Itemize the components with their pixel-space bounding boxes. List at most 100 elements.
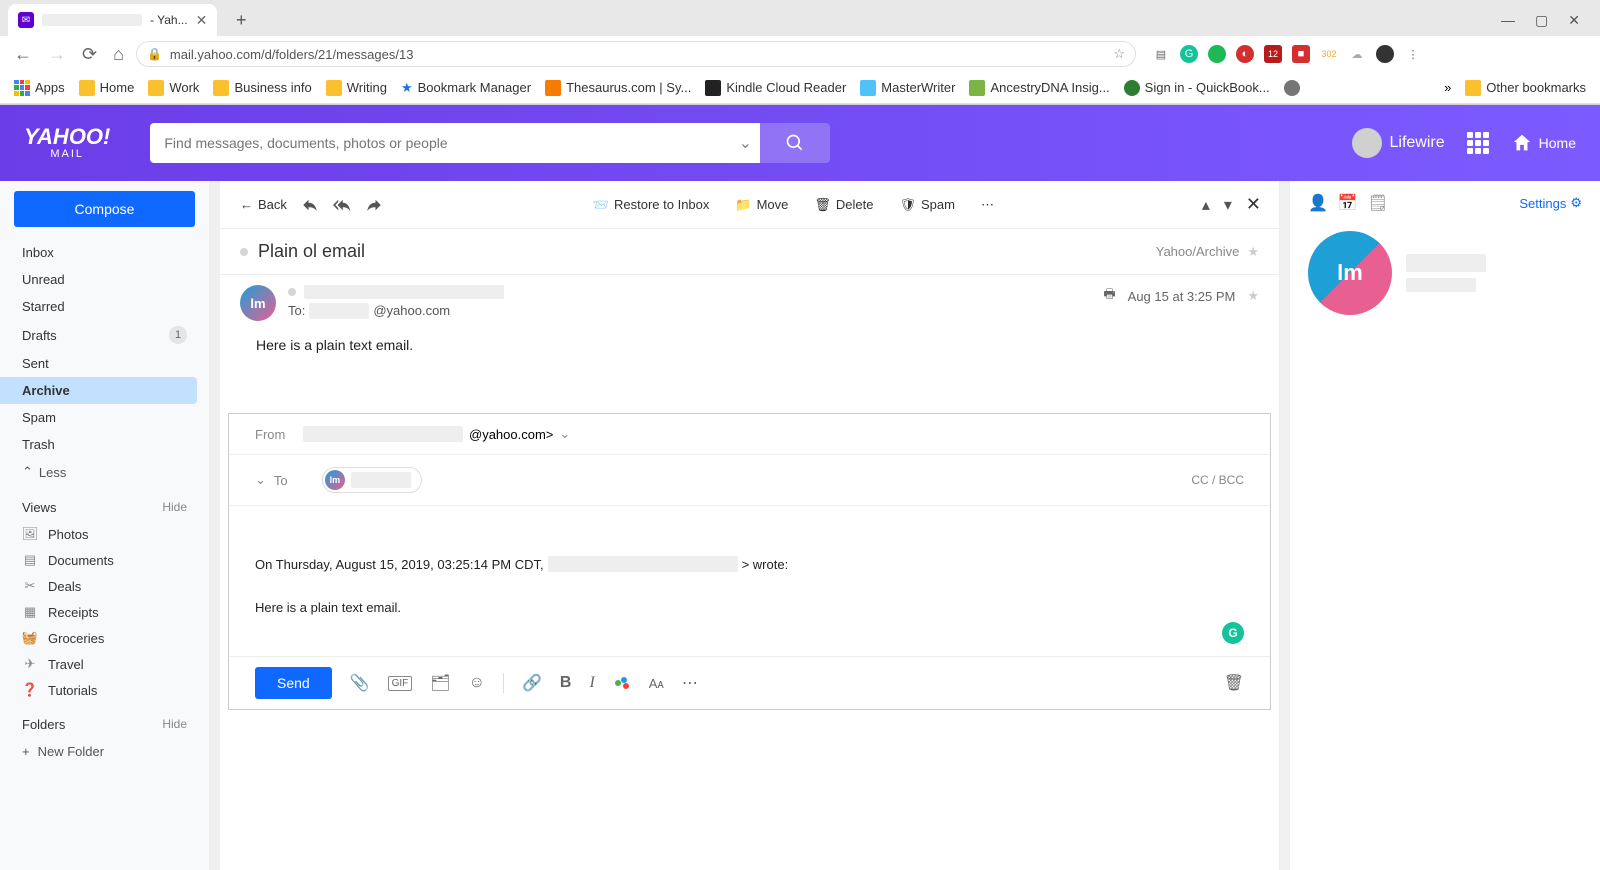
calendar-icon[interactable]: 📅 (1338, 193, 1358, 213)
close-window-icon[interactable]: ✕ (1568, 12, 1580, 29)
folder-inbox[interactable]: Inbox (0, 239, 209, 266)
bookmark-item[interactable]: Thesaurus.com | Sy... (545, 80, 691, 96)
color-icon[interactable] (613, 674, 631, 692)
view-travel[interactable]: ✈Travel (0, 651, 209, 677)
hide-folders[interactable]: Hide (162, 717, 187, 732)
view-groceries[interactable]: 🧺Groceries (0, 625, 209, 651)
emoji-icon[interactable]: ☺ (469, 674, 485, 692)
send-button[interactable]: Send (255, 667, 332, 699)
view-receipts[interactable]: ▦Receipts (0, 599, 209, 625)
menu-icon[interactable]: ⋮ (1404, 45, 1422, 63)
contact-card[interactable]: lm (1308, 231, 1582, 315)
bookmark-item[interactable] (1284, 80, 1300, 96)
settings-link[interactable]: Settings⚙ (1519, 195, 1582, 211)
reply-all-button[interactable] (331, 192, 353, 218)
bookmark-item[interactable]: Writing (326, 80, 387, 96)
bookmark-item[interactable]: MasterWriter (860, 80, 955, 96)
scrollbar[interactable] (210, 181, 220, 870)
view-documents[interactable]: ▤Documents (0, 547, 209, 573)
nav-back-icon[interactable]: ← (10, 40, 36, 69)
collapse-less[interactable]: ⌃Less (0, 458, 209, 486)
new-tab-button[interactable]: + (227, 6, 255, 34)
bookmark-item[interactable]: Business info (213, 80, 311, 96)
search-button[interactable] (760, 123, 830, 163)
view-deals[interactable]: ✂Deals (0, 573, 209, 599)
profile-icon[interactable] (1376, 45, 1394, 63)
apps-grid-icon[interactable] (1467, 132, 1489, 154)
spam-button[interactable]: 🛡Spam (897, 193, 956, 217)
ext-icon[interactable]: 302 (1320, 45, 1338, 63)
stationery-icon[interactable]: 🗂 (430, 673, 450, 693)
bold-icon[interactable]: B (560, 674, 572, 692)
bookmark-item[interactable]: Home (79, 80, 135, 96)
compose-body[interactable]: On Thursday, August 15, 2019, 03:25:14 P… (229, 506, 1270, 656)
new-folder-button[interactable]: +New Folder (0, 738, 209, 765)
back-button[interactable]: ←Back (238, 193, 289, 216)
contacts-icon[interactable]: 👤 (1308, 193, 1328, 213)
notepad-icon[interactable]: 🗒 (1368, 193, 1388, 213)
discard-icon[interactable]: 🗑 (1224, 673, 1244, 693)
ext-icon[interactable] (1208, 45, 1226, 63)
chevron-down-icon[interactable]: ⌄ (255, 472, 266, 488)
minimize-icon[interactable]: — (1501, 12, 1515, 29)
more-button[interactable]: ⋯ (979, 193, 996, 217)
reload-icon[interactable]: ⟳ (78, 40, 101, 69)
cc-bcc-toggle[interactable]: CC / BCC (1191, 473, 1244, 487)
restore-button[interactable]: 📨Restore to Inbox (591, 193, 712, 217)
url-bar[interactable]: 🔒 mail.yahoo.com/d/folders/21/messages/1… (136, 41, 1136, 67)
nav-forward-icon[interactable]: → (44, 40, 70, 69)
attach-icon[interactable]: 📎 (350, 673, 370, 693)
delete-button[interactable]: 🗑Delete (812, 193, 875, 217)
user-menu[interactable]: Lifewire (1352, 128, 1445, 158)
chevron-down-icon[interactable]: ⌄ (559, 426, 570, 442)
other-bookmarks[interactable]: Other bookmarks (1465, 80, 1586, 96)
bookmark-item[interactable]: Sign in - QuickBook... (1124, 80, 1270, 96)
star-icon[interactable]: ★ (1247, 288, 1259, 304)
home-link[interactable]: Home (1511, 132, 1576, 154)
grammarly-icon[interactable]: G (1222, 622, 1244, 644)
browser-tab[interactable]: ✉ - Yah... ✕ (8, 4, 217, 36)
ext-icon[interactable]: ■ (1292, 45, 1310, 63)
folder-drafts[interactable]: Drafts1 (0, 320, 209, 350)
compose-button[interactable]: Compose (14, 191, 195, 227)
bookmark-item[interactable]: Work (148, 80, 199, 96)
italic-icon[interactable]: I (589, 674, 594, 692)
folder-spam[interactable]: Spam (0, 404, 209, 431)
collapse-down-icon[interactable]: ▾ (1224, 195, 1232, 215)
ext-icon[interactable]: ▤ (1152, 45, 1170, 63)
reply-button[interactable] (299, 192, 321, 218)
ext-icon[interactable]: 12 (1264, 45, 1282, 63)
maximize-icon[interactable]: ▢ (1535, 12, 1548, 29)
gif-icon[interactable]: GIF (388, 676, 413, 691)
home-icon[interactable]: ⌂ (109, 40, 128, 69)
folder-starred[interactable]: Starred (0, 293, 209, 320)
tab-close-icon[interactable]: ✕ (196, 12, 208, 29)
bookmark-item[interactable]: ★Bookmark Manager (401, 80, 531, 96)
apps-button[interactable]: Apps (14, 80, 65, 96)
sender-avatar[interactable]: lm (240, 285, 276, 321)
close-message-icon[interactable]: ✕ (1246, 194, 1261, 215)
folder-unread[interactable]: Unread (0, 266, 209, 293)
bookmark-item[interactable]: AncestryDNA Insig... (969, 80, 1109, 96)
star-icon[interactable]: ★ (1247, 244, 1259, 260)
view-tutorials[interactable]: ❓Tutorials (0, 677, 209, 703)
folder-archive[interactable]: Archive (0, 377, 197, 404)
hide-views[interactable]: Hide (162, 500, 187, 515)
forward-button[interactable] (363, 192, 385, 218)
search-dropdown-icon[interactable]: ⌄ (730, 123, 760, 163)
ext-icon[interactable]: ☁ (1348, 45, 1366, 63)
folder-trash[interactable]: Trash (0, 431, 209, 458)
font-size-icon[interactable]: Aᴀ (649, 676, 664, 691)
collapse-up-icon[interactable]: ▴ (1202, 195, 1210, 215)
scrollbar[interactable] (1280, 181, 1290, 870)
search-input[interactable] (150, 123, 730, 163)
ext-icon[interactable]: G (1180, 45, 1198, 63)
ext-icon[interactable]: ◐ (1236, 45, 1254, 63)
move-button[interactable]: 📁Move (733, 193, 790, 217)
bookmark-item[interactable]: Kindle Cloud Reader (705, 80, 846, 96)
print-icon[interactable]: 🖶 (1103, 285, 1115, 307)
recipient-pill[interactable]: lm (322, 467, 422, 493)
overflow-icon[interactable]: » (1444, 80, 1451, 95)
link-icon[interactable]: 🔗 (522, 673, 542, 693)
view-photos[interactable]: 🖼Photos (0, 521, 209, 547)
